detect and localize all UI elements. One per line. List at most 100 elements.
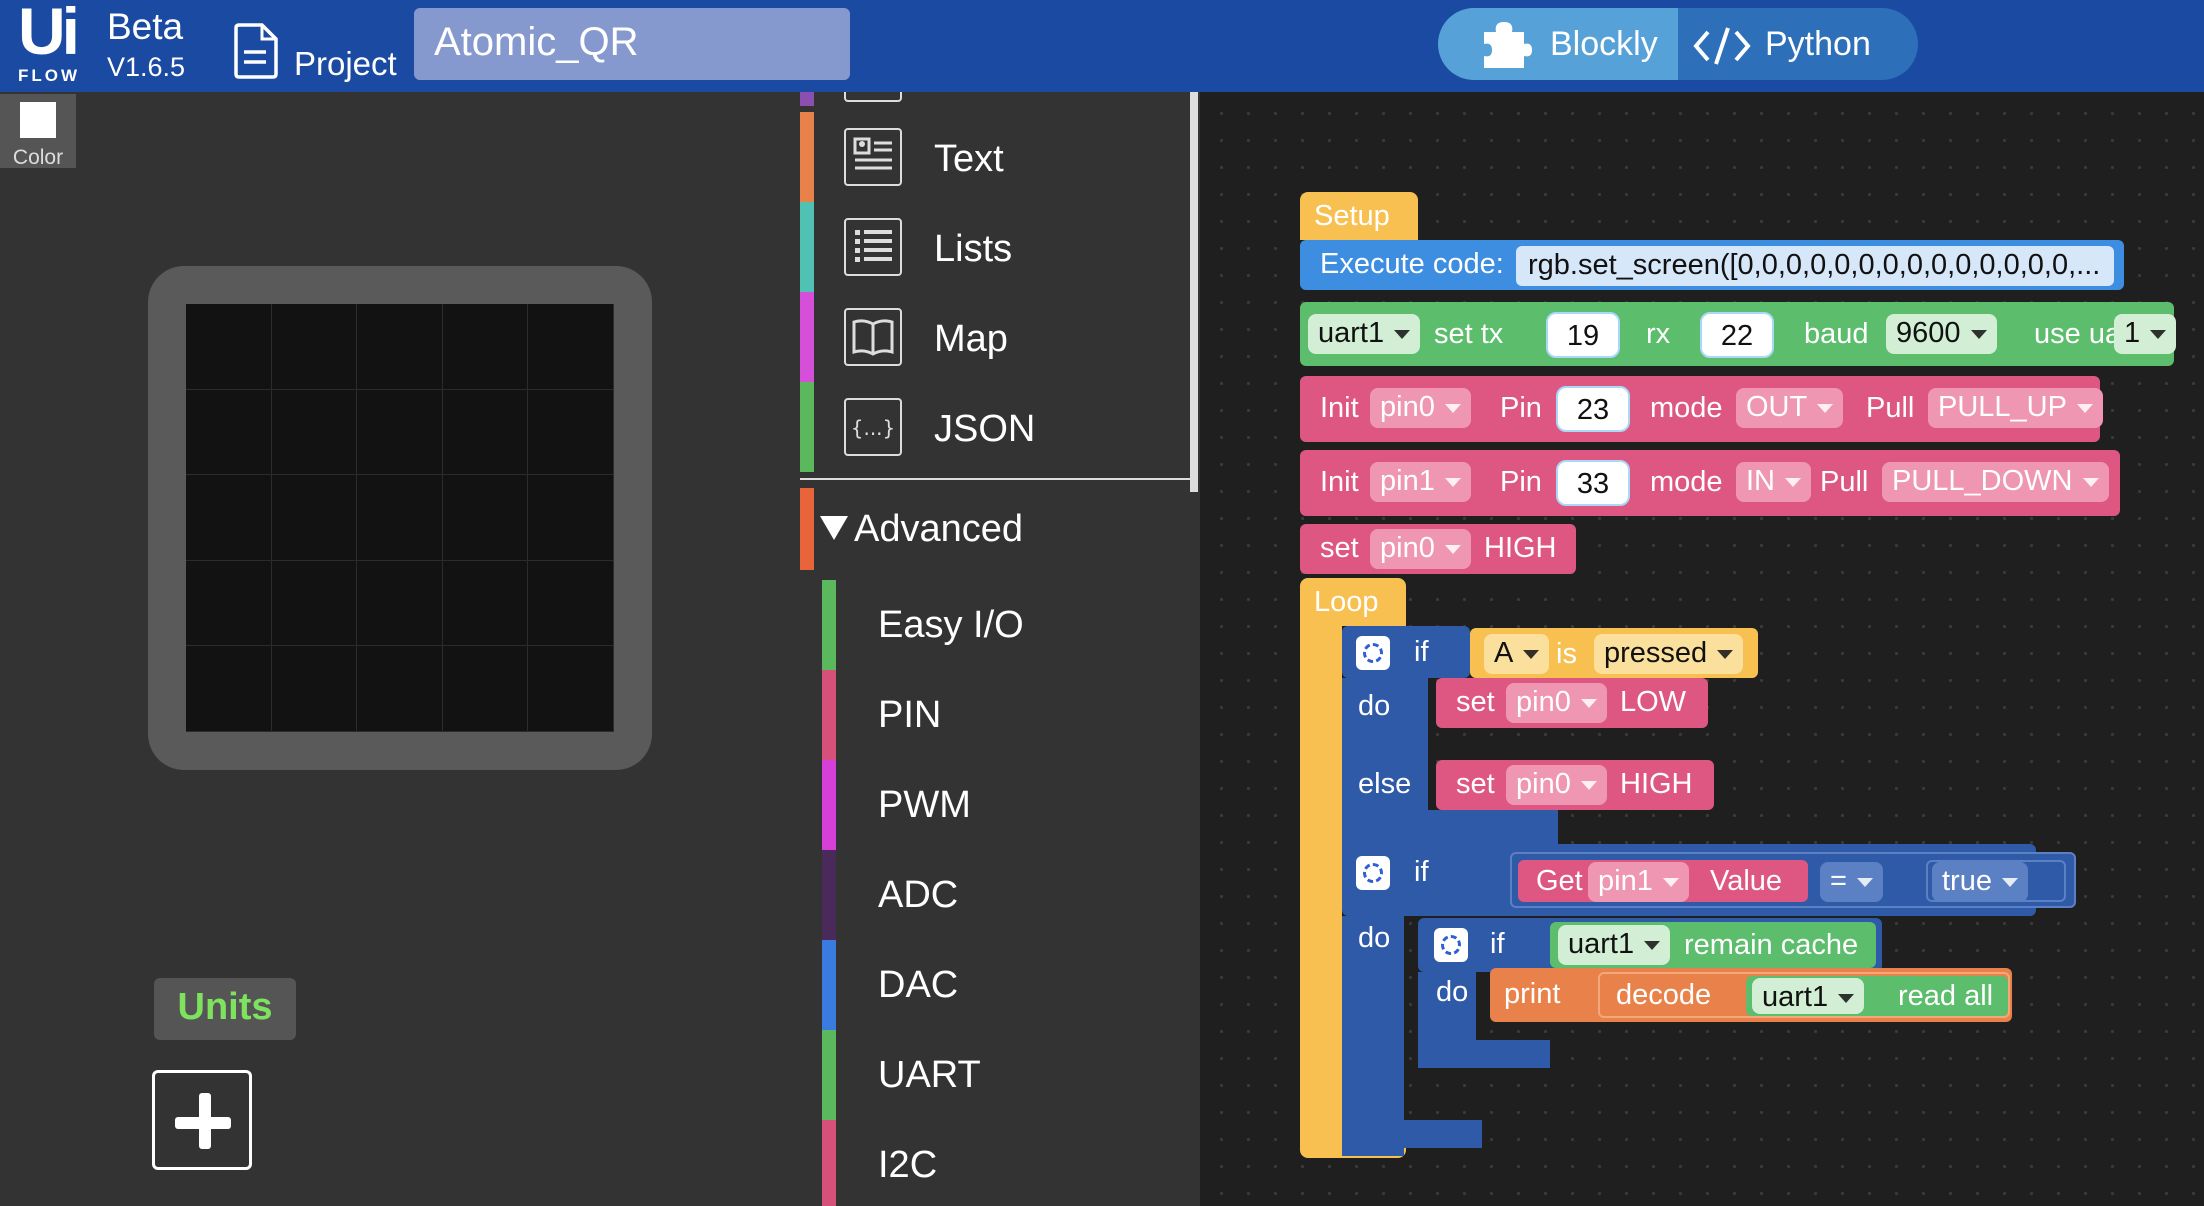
category-lists[interactable]: Lists (800, 202, 1192, 292)
subcategory-pwm[interactable]: PWM (822, 760, 1192, 850)
pin-number-input[interactable]: 23 (1556, 386, 1630, 432)
led-cell[interactable] (442, 304, 529, 390)
execute-code-block[interactable]: Execute code: rgb.set_screen([0,0,0,0,0,… (1300, 240, 2124, 290)
uart-name-dropdown[interactable]: uart1 (1558, 925, 1671, 965)
print-block[interactable]: print decode uart1 read all (1490, 968, 2012, 1022)
uart-number-dropdown[interactable]: 1 (2114, 314, 2177, 354)
operator-dropdown[interactable]: = (1820, 862, 1883, 902)
pin0-dropdown[interactable]: pin0 (1370, 529, 1471, 569)
category-advanced[interactable]: Advanced (800, 488, 1192, 570)
led-cell[interactable] (528, 389, 614, 476)
led-cell[interactable] (186, 389, 272, 476)
led-cell[interactable] (186, 646, 272, 732)
uart-name-dropdown[interactable]: uart1 (1308, 314, 1421, 354)
rx-pin-input[interactable]: 22 (1700, 312, 1774, 358)
led-cell[interactable] (271, 646, 358, 732)
pin1-dropdown[interactable]: pin1 (1588, 862, 1689, 902)
baud-dropdown[interactable]: 9600 (1886, 314, 1997, 354)
led-cell[interactable] (186, 560, 272, 647)
decode-block[interactable]: decode uart1 read all (1598, 972, 2010, 1018)
setup-block[interactable]: Setup (1300, 192, 1418, 240)
if-block[interactable]: if (1342, 626, 1470, 678)
set-pin-low-block[interactable]: set pin0 LOW (1436, 678, 1708, 728)
led-cell[interactable] (442, 475, 529, 561)
blockly-workspace[interactable]: Setup Execute code: rgb.set_screen([0,0,… (1200, 92, 2204, 1206)
tab-blockly[interactable]: Blockly (1438, 8, 1678, 80)
project-name-field[interactable]: Atomic_QR (414, 8, 850, 80)
led-cell[interactable] (186, 475, 272, 561)
loop-block[interactable]: Loop (1300, 578, 1406, 626)
gear-icon[interactable] (1356, 856, 1390, 890)
boolean-block[interactable]: true (1926, 860, 2066, 902)
advanced-label: Advanced (854, 508, 1024, 550)
category-text[interactable]: Text (800, 112, 1192, 202)
led-cell[interactable] (442, 560, 529, 647)
pin1-dropdown[interactable]: pin1 (1370, 462, 1471, 502)
mode-dropdown[interactable]: OUT (1736, 388, 1844, 428)
button-dropdown[interactable]: A (1484, 634, 1550, 674)
tx-pin-input[interactable]: 19 (1546, 312, 1620, 358)
uart-name-dropdown[interactable]: uart1 (1752, 978, 1865, 1014)
init-pin1-block[interactable]: Init pin1 Pin 33 mode IN Pull PULL_DOWN (1300, 450, 2120, 516)
uart-init-block[interactable]: uart1 set tx 19 rx 22 baud 9600 use uart… (1300, 302, 2177, 366)
led-cell[interactable] (271, 560, 358, 647)
project-button[interactable]: Project (232, 22, 402, 82)
subcategory-easy-io[interactable]: Easy I/O (822, 580, 1192, 670)
subcategory-i2c[interactable]: I2C (822, 1120, 1192, 1206)
category-json[interactable]: {...} JSON (800, 382, 1192, 472)
led-cell[interactable] (528, 560, 614, 647)
subcategory-adc[interactable]: ADC (822, 850, 1192, 940)
led-cell[interactable] (357, 304, 443, 390)
set-pin-block[interactable]: set pin0 HIGH (1300, 524, 1576, 574)
button-pressed-block[interactable]: A is pressed (1470, 628, 1758, 678)
pressed-dropdown[interactable]: pressed (1594, 634, 1744, 674)
led-cell[interactable] (442, 646, 529, 732)
led-cell[interactable] (528, 646, 614, 732)
execute-code-field[interactable]: rgb.set_screen([0,0,0,0,0,0,0,0,0,0,0,0,… (1516, 246, 2114, 286)
uart-remain-cache-block[interactable]: uart1 remain cache (1550, 922, 1876, 968)
led-cell[interactable] (271, 304, 358, 390)
init-pin0-block[interactable]: Init pin0 Pin 23 mode OUT Pull PULL_UP (1300, 376, 2103, 442)
add-unit-button[interactable] (152, 1070, 252, 1170)
color-button[interactable]: Color (0, 94, 76, 169)
code-icon (1693, 27, 1751, 65)
subcategory-pin[interactable]: PIN (822, 670, 1192, 760)
led-cell[interactable] (271, 475, 358, 561)
pin0-dropdown[interactable]: pin0 (1506, 683, 1607, 723)
pull-dropdown[interactable]: PULL_DOWN (1882, 462, 2109, 502)
subcategory-uart[interactable]: UART (822, 1030, 1192, 1120)
category-color-bar (822, 850, 836, 940)
gear-icon[interactable] (1356, 636, 1390, 670)
if-label: if (1414, 856, 1429, 888)
led-cell[interactable] (528, 304, 614, 390)
uart-read-all-block[interactable]: uart1 read all (1746, 976, 2008, 1016)
compare-block[interactable]: Get pin1 Value = true (1510, 852, 2076, 908)
color-swatch (20, 102, 56, 138)
led-cell[interactable] (528, 475, 614, 561)
category-map[interactable]: Map (800, 292, 1192, 382)
pin-number-input[interactable]: 33 (1556, 460, 1630, 506)
led-cell[interactable] (357, 646, 443, 732)
led-cell[interactable] (357, 475, 443, 561)
led-cell[interactable] (186, 304, 272, 390)
led-matrix[interactable] (186, 304, 614, 732)
get-pin-value-block[interactable]: Get pin1 Value (1518, 860, 1808, 902)
boolean-dropdown[interactable]: true (1932, 862, 2028, 902)
nested-if-block[interactable]: if uart1 remain cache (1418, 918, 1882, 972)
led-cell[interactable] (442, 389, 529, 476)
if-block[interactable]: if Get pin1 Value = true (1342, 844, 2076, 916)
gear-icon[interactable] (1434, 928, 1468, 962)
subcategory-dac[interactable]: DAC (822, 940, 1192, 1030)
led-cell[interactable] (271, 389, 358, 476)
category-color-bar (800, 202, 814, 292)
pin0-dropdown[interactable]: pin0 (1370, 388, 1471, 428)
led-cell[interactable] (357, 560, 443, 647)
toolbox-scroll-track (1190, 492, 1198, 1206)
mode-dropdown[interactable]: IN (1736, 462, 1811, 502)
led-cell[interactable] (357, 389, 443, 476)
toolbox-scrollbar[interactable] (1190, 92, 1198, 492)
set-pin-high-block[interactable]: set pin0 HIGH (1436, 760, 1714, 810)
tab-python[interactable]: Python (1678, 8, 1918, 80)
pin0-dropdown[interactable]: pin0 (1506, 765, 1607, 805)
pull-dropdown[interactable]: PULL_UP (1928, 388, 2103, 428)
